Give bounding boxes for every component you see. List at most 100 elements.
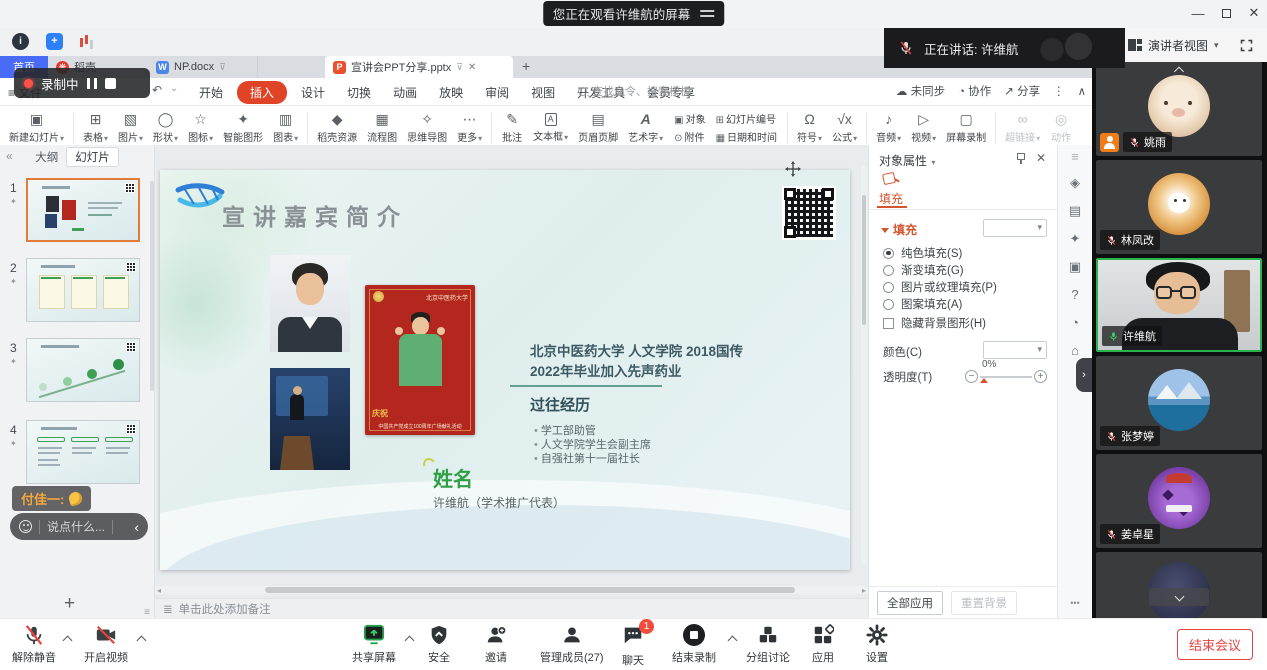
panel-resize-handle[interactable]: ≡ (144, 607, 150, 618)
slide-canvas[interactable]: 宣讲嘉宾简介 北京中医药大学 庆祝 中国共产党成立100周年广场献礼活动 (160, 170, 850, 570)
tool-smartart[interactable]: ✦智能图形 (218, 111, 268, 144)
tool-header-footer[interactable]: ▤页眉页脚 (573, 111, 623, 144)
collapse-panel-icon[interactable]: « (6, 149, 13, 163)
mic-options-icon[interactable] (63, 636, 73, 646)
tool-more[interactable]: ⋯更多▾ (452, 111, 487, 144)
strip-effects-icon[interactable]: ✦ (1058, 231, 1092, 247)
manage-members-button[interactable]: 管理成员(27) (540, 624, 604, 665)
increase-icon[interactable]: + (1034, 370, 1047, 383)
tool-flowchart[interactable]: ▦流程图 (362, 111, 402, 144)
tool-screen-record[interactable]: ▢屏幕录制 (941, 111, 991, 144)
fill-tab[interactable]: 填充 (879, 190, 903, 207)
stop-recording-button[interactable]: 结束录制 (672, 624, 716, 665)
ribbon-tab-review[interactable]: 审阅 (474, 79, 520, 106)
chat-button[interactable]: 1 聊天 (622, 624, 644, 668)
emoji-icon[interactable] (19, 520, 32, 533)
video-options-icon[interactable] (137, 636, 147, 646)
collaborate-button[interactable]: ◔ 协作 (958, 83, 991, 99)
strip-home-icon[interactable]: ⌂ (1058, 343, 1092, 358)
tool-slide-number[interactable]: ⊞幻灯片编号 (716, 111, 777, 126)
stop-recording-button[interactable] (105, 78, 116, 89)
panel-scrollbar[interactable] (150, 181, 154, 391)
strip-properties-icon[interactable]: ▤ (1058, 203, 1092, 219)
slide-thumbnail-3[interactable] (26, 338, 140, 402)
record-options-icon[interactable] (728, 636, 738, 646)
tool-new-slide[interactable]: ▣新建幻灯片▾ (4, 111, 69, 144)
new-slide-plus-button[interactable]: + (64, 593, 75, 615)
collapse-chat-icon[interactable]: ‹ (134, 519, 139, 535)
share-options-icon[interactable] (405, 636, 415, 646)
decrease-icon[interactable]: − (965, 370, 978, 383)
video-tile-partial[interactable] (1096, 552, 1262, 618)
collapse-ribbon-icon[interactable]: ∧ (1078, 84, 1086, 98)
properties-title[interactable]: 对象属性 ▾ (879, 152, 935, 169)
scroll-left-arrow[interactable]: ◂ (157, 586, 161, 595)
shield-plus-icon[interactable]: + (46, 33, 63, 50)
tab-pptx-active[interactable]: P 宣讲会PPT分享.pptx ⊽ ✕ (325, 56, 513, 78)
scroll-up-icon[interactable] (1176, 64, 1183, 78)
breakout-rooms-button[interactable]: 分组讨论 (746, 624, 790, 665)
banner-menu-icon[interactable] (700, 10, 714, 12)
ribbon-tab-animation[interactable]: 动画 (382, 79, 428, 106)
scroll-down-button[interactable] (1149, 588, 1209, 606)
restore-button[interactable] (1213, 0, 1239, 26)
tool-attachment[interactable]: ⊙附件 (674, 129, 705, 144)
video-tile-speaking[interactable]: 许维航 (1096, 258, 1262, 352)
color-dropdown[interactable] (983, 341, 1047, 359)
sync-status[interactable]: ☁ 未同步 (896, 83, 945, 99)
fill-type-dropdown[interactable] (983, 219, 1047, 237)
ribbon-tab-transition[interactable]: 切换 (336, 79, 382, 106)
new-tab-button[interactable]: + (522, 58, 530, 74)
ribbon-tab-start[interactable]: 开始 (188, 79, 234, 106)
ribbon-tab-view[interactable]: 视图 (520, 79, 566, 106)
view-mode-label[interactable]: 演讲者视图 (1148, 37, 1208, 54)
tool-comment[interactable]: ✎批注 (496, 111, 528, 144)
horizontal-scrollbar[interactable]: ◂ ▸ (155, 586, 868, 594)
tool-symbol[interactable]: Ω符号▾ (792, 111, 827, 144)
fullscreen-icon[interactable] (1239, 38, 1254, 53)
more-menu-icon[interactable]: ⋮ (1053, 84, 1065, 98)
strip-more-icon[interactable]: ••• (1058, 598, 1092, 608)
tool-datetime[interactable]: ▦日期和时间 (716, 129, 777, 144)
apply-all-button[interactable]: 全部应用 (877, 591, 943, 615)
option-solid-fill[interactable]: 纯色填充(S) (883, 245, 962, 261)
strip-help-icon[interactable]: ? (1058, 287, 1092, 302)
tool-mindmap[interactable]: ✧思维导图 (402, 111, 452, 144)
video-tile[interactable]: 姜卓星 (1096, 454, 1262, 548)
option-hide-background[interactable]: 隐藏背景图形(H) (883, 315, 986, 331)
slide-thumbnail-1[interactable] (26, 178, 140, 242)
share-screen-button[interactable]: 共享屏幕 (352, 624, 396, 665)
tool-textbox[interactable]: A文本框▾ (528, 113, 573, 143)
apps-button[interactable]: 应用 (812, 624, 834, 665)
video-tile[interactable]: 姚雨 (1096, 62, 1262, 156)
slide-thumbnail-2[interactable] (26, 258, 140, 322)
tool-object[interactable]: ▣对象 (674, 111, 705, 126)
end-meeting-button[interactable]: 结束会议 (1177, 629, 1253, 660)
command-search[interactable]: 查找命令、搜索模板 (578, 83, 738, 99)
ribbon-tab-design[interactable]: 设计 (290, 79, 336, 106)
chat-placeholder[interactable]: 说点什么... (47, 518, 105, 535)
start-video-button[interactable]: 开启视频 (84, 624, 128, 665)
pin-panel-icon[interactable] (1017, 153, 1025, 160)
notes-bar[interactable]: ≣ 单击此处添加备注 (155, 598, 868, 618)
tool-picture[interactable]: ▧图片▾ (113, 111, 148, 144)
tool-chart[interactable]: ▥图表▾ (268, 111, 303, 144)
slide-thumbnail-4[interactable] (26, 420, 140, 484)
ribbon-tab-slideshow[interactable]: 放映 (428, 79, 474, 106)
strip-clock-icon[interactable]: ◔ (1058, 315, 1092, 330)
pin-icon[interactable]: ⊽ (219, 62, 226, 73)
tool-table[interactable]: ⊞表格▾ (78, 111, 113, 144)
strip-layers-icon[interactable]: ▣ (1058, 259, 1092, 275)
tab-slides[interactable]: 幻灯片 (66, 147, 119, 167)
video-tile[interactable]: 林凤改 (1096, 160, 1262, 254)
expand-pane-tab[interactable]: › (1076, 358, 1092, 392)
security-button[interactable]: 安全 (428, 624, 450, 665)
tab-np-docx[interactable]: W NP.docx ⊽ (148, 56, 258, 78)
chat-input-bar[interactable]: 说点什么... ‹ (10, 513, 148, 540)
tool-wordart[interactable]: A艺术字▾ (623, 111, 668, 144)
video-tile[interactable]: 张梦婷 (1096, 356, 1262, 450)
strip-share-icon[interactable]: ◈ (1058, 175, 1092, 191)
close-tab-icon[interactable]: ✕ (468, 62, 476, 73)
invite-button[interactable]: 邀请 (485, 624, 507, 665)
strip-handle-icon[interactable]: ≡ (1058, 149, 1092, 164)
